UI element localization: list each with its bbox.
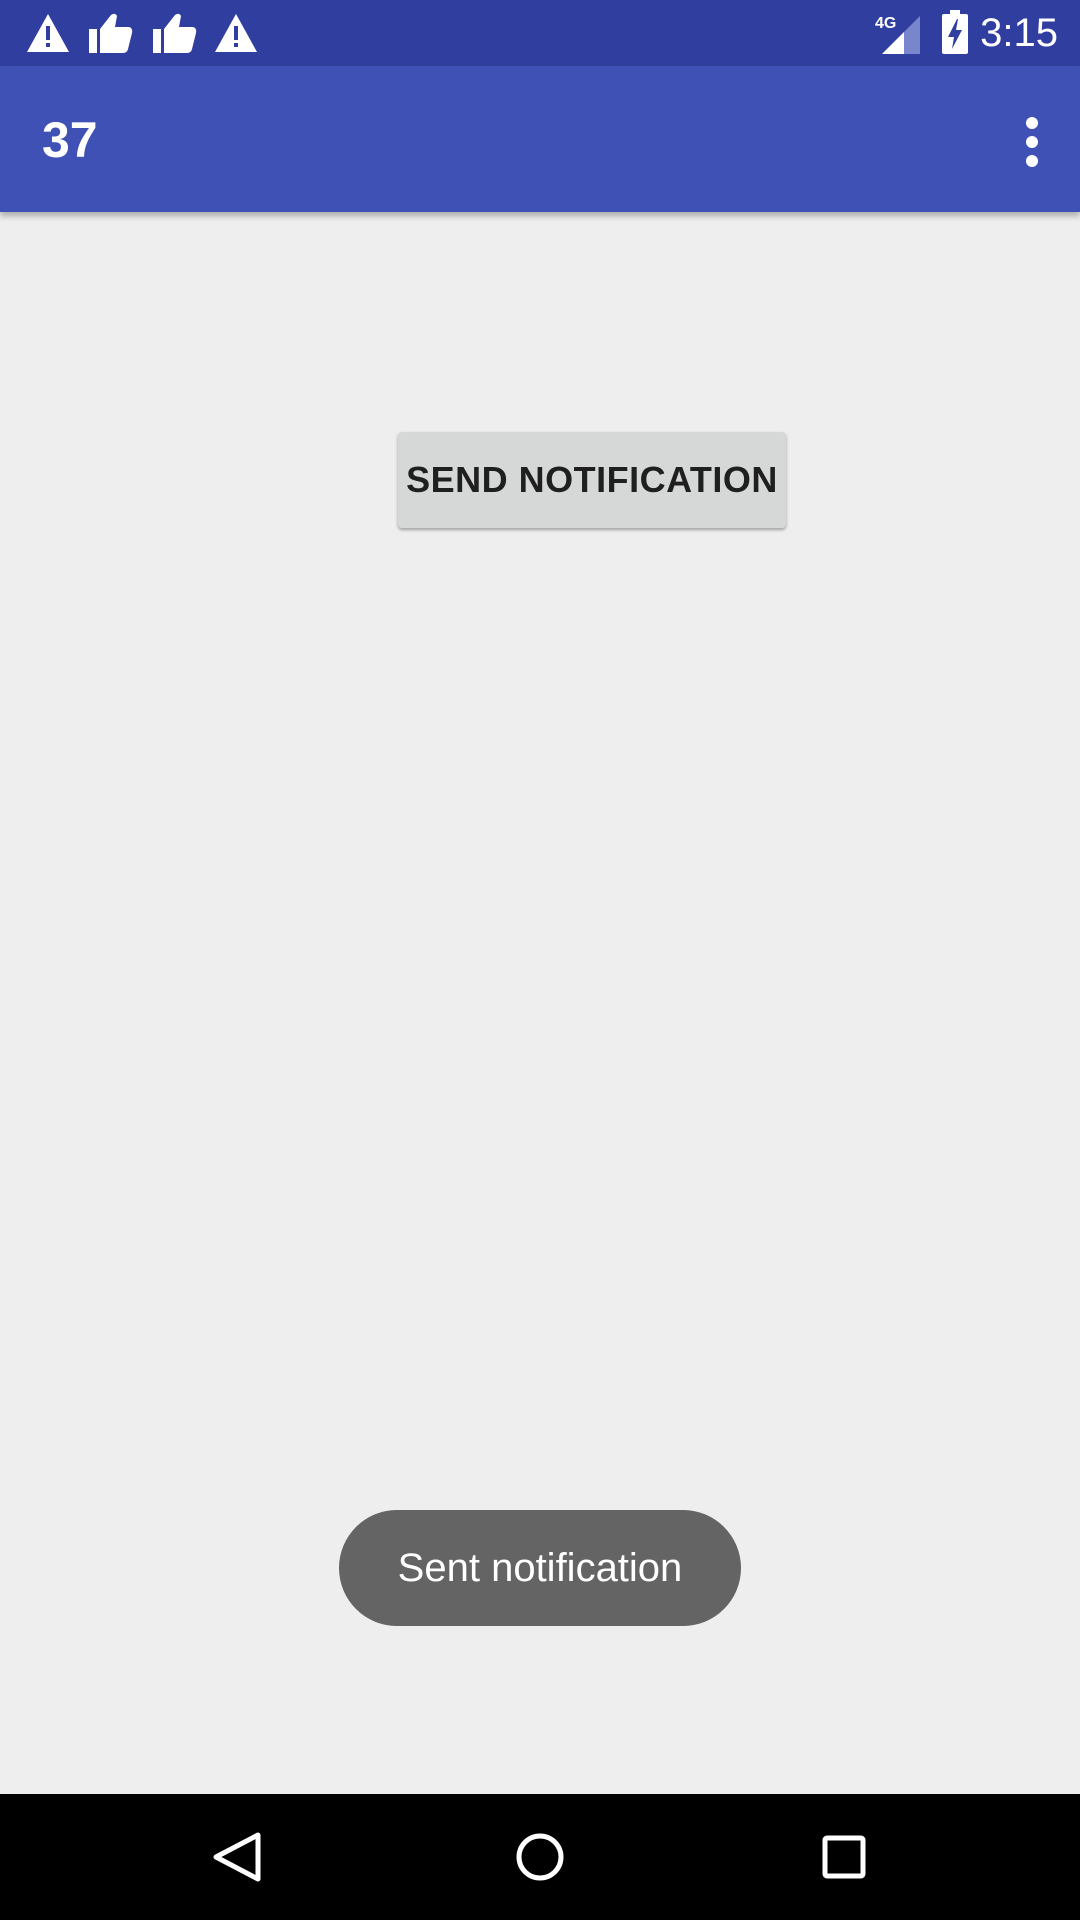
navigation-bar (0, 1794, 1080, 1920)
battery-charging-icon (942, 10, 968, 54)
screen: 4G 3:15 37 SEND NOTIFICATION Sent notifi… (0, 0, 1080, 1920)
back-icon[interactable] (196, 1817, 276, 1897)
app-bar: 37 (0, 66, 1080, 212)
recents-icon[interactable] (804, 1817, 884, 1897)
overflow-menu-button[interactable] (984, 94, 1080, 190)
app-title: 37 (42, 112, 98, 168)
home-icon[interactable] (500, 1817, 580, 1897)
toast-message: Sent notification (339, 1510, 741, 1626)
warning-icon (215, 14, 257, 52)
send-notification-button[interactable]: SEND NOTIFICATION (398, 432, 786, 528)
thumbs-up-icon (89, 13, 133, 53)
status-bar-clock: 3:15 (980, 11, 1058, 55)
cellular-signal-icon: 4G (875, 15, 920, 54)
status-bar: 4G 3:15 (0, 0, 1080, 66)
more-vert-icon (1026, 117, 1038, 167)
warning-icon (27, 14, 69, 52)
thumbs-up-icon (153, 13, 197, 53)
network-type-label: 4G (875, 15, 896, 32)
